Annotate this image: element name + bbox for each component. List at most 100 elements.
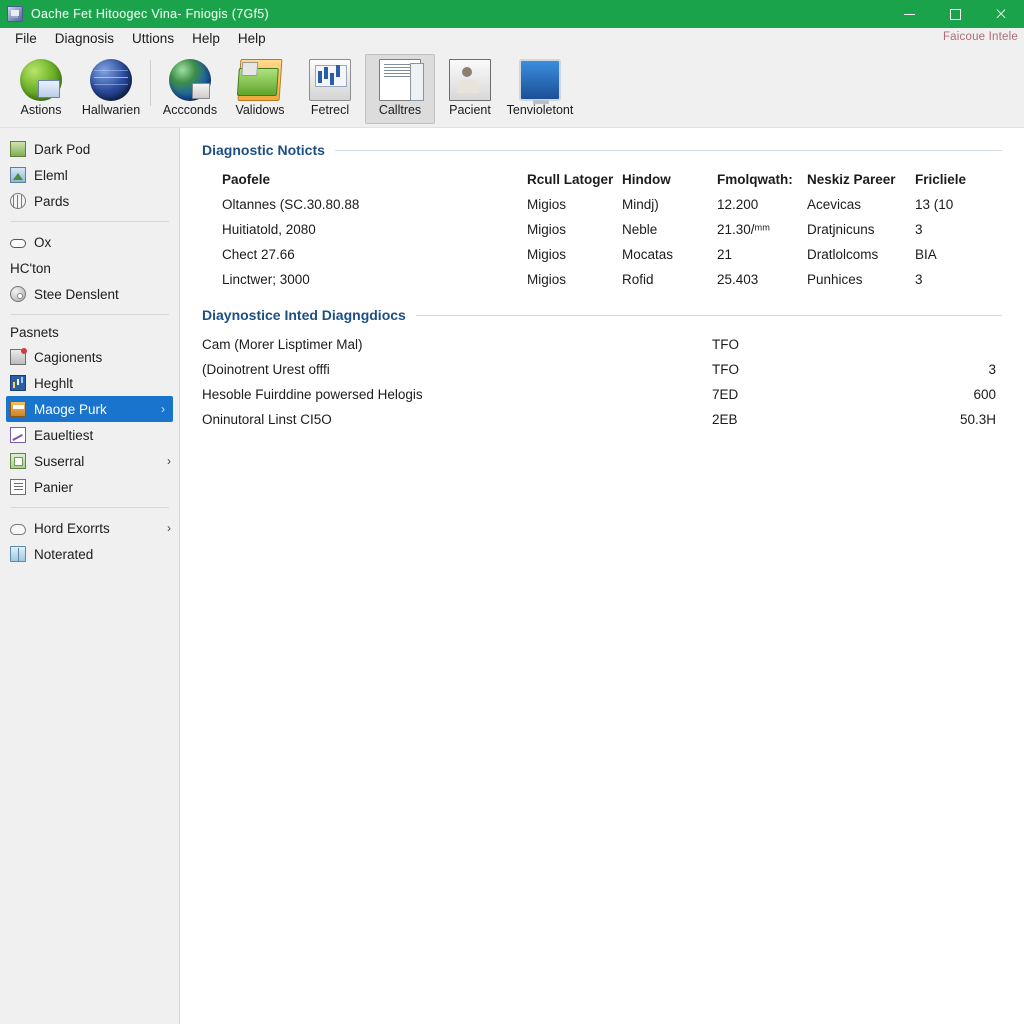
sidebar-item-dark-pod[interactable]: Dark Pod bbox=[0, 136, 179, 162]
column-header-rcull-latoger[interactable]: Rcull Latoger bbox=[527, 172, 622, 197]
menu-item-file[interactable]: File bbox=[6, 30, 46, 47]
list-item[interactable]: Oninutoral Linst CI5O 2EB 50.3H bbox=[202, 412, 1002, 437]
book-icon bbox=[10, 546, 26, 562]
list-item[interactable]: Hesoble Fuirddine powersed Helogis 7ED 6… bbox=[202, 387, 1002, 412]
sidebar-item-label: Suserral bbox=[34, 453, 85, 469]
folder-open-icon bbox=[237, 59, 283, 101]
toolbar-button-label: Accconds bbox=[162, 103, 218, 117]
table-row[interactable]: Chect 27.66 Migios Mocatas 21 Dratlolcom… bbox=[202, 247, 1002, 272]
table-row[interactable]: Huitiatold, 2080 Migios Neble 21.30/ᵐᵐ D… bbox=[202, 222, 1002, 247]
menu-item-uttions[interactable]: Uttions bbox=[123, 30, 183, 47]
globe-blue-icon bbox=[90, 59, 132, 101]
minimize-button[interactable] bbox=[886, 0, 932, 28]
column-header-hindow[interactable]: Hindow bbox=[622, 172, 717, 197]
cell-paofele: Linctwer; 3000 bbox=[222, 272, 310, 287]
sidebar-item-suserral[interactable]: Suserral › bbox=[0, 448, 179, 474]
document-pages-icon bbox=[379, 59, 424, 101]
sidebar-item-eleml[interactable]: Eleml bbox=[0, 162, 179, 188]
cell-value: 50.3H bbox=[959, 412, 996, 427]
display-icon bbox=[519, 59, 561, 104]
cell-code: TFO bbox=[712, 362, 739, 377]
tool-icon bbox=[10, 401, 26, 417]
section-header: Diagnostic Noticts bbox=[202, 142, 1002, 158]
sidebar-item-label: HC'ton bbox=[10, 260, 51, 276]
chevron-right-icon: › bbox=[161, 402, 165, 416]
monitor-chart-icon bbox=[309, 59, 351, 101]
toolbar-button-calltres[interactable]: Calltres bbox=[365, 54, 435, 124]
cell-paofele: Huitiatold, 2080 bbox=[222, 222, 316, 237]
sidebar-item-label: Maoge Purk bbox=[34, 401, 107, 417]
table-row[interactable]: Linctwer; 3000 Migios Rofid 25.403 Punhi… bbox=[202, 272, 1002, 297]
sidebar-item-maoge-purk[interactable]: Maoge Purk › bbox=[6, 396, 173, 422]
network-icon bbox=[10, 193, 26, 209]
toolbar-button-tenvioletont[interactable]: Tenvioletont bbox=[505, 54, 575, 124]
graph-icon bbox=[10, 427, 26, 443]
sidebar-group-title-pasnets: Pasnets bbox=[10, 325, 59, 340]
globe-green-icon bbox=[20, 59, 62, 101]
cell-fricliele: BIA bbox=[915, 247, 937, 262]
sidebar-item-heghlt[interactable]: Heghlt bbox=[0, 370, 179, 396]
sidebar-separator bbox=[10, 221, 169, 222]
chevron-right-icon: › bbox=[167, 521, 171, 535]
sidebar-item-label: Pards bbox=[34, 193, 70, 209]
column-header-paofele[interactable]: Paofele bbox=[202, 172, 527, 197]
picture-icon bbox=[10, 167, 26, 183]
sidebar-text-hcton: HC'ton bbox=[0, 255, 179, 281]
minimize-icon bbox=[903, 13, 915, 15]
menu-item-help-2[interactable]: Help bbox=[229, 30, 275, 47]
toolbar: Astions Hallwarien Accconds Validows Fet… bbox=[0, 50, 1024, 128]
sidebar-item-panier[interactable]: Panier bbox=[0, 474, 179, 500]
sidebar-item-label: Hord Exorrts bbox=[34, 520, 110, 536]
section-title: Diaynostice Inted Diagngdiocs bbox=[202, 307, 406, 323]
sidebar-item-cagionents[interactable]: Cagionents bbox=[0, 344, 179, 370]
toolbar-button-label: Calltres bbox=[378, 103, 422, 117]
column-header-neskiz-pareer[interactable]: Neskiz Pareer bbox=[807, 172, 915, 197]
window-controls: × bbox=[886, 0, 1024, 28]
list-item[interactable]: Cam (Morer Lisptimer Mal) TFO bbox=[202, 337, 1002, 362]
chevron-right-icon: › bbox=[167, 454, 171, 468]
toolbar-separator bbox=[150, 60, 151, 106]
cell-neskiz-pareer: Punhices bbox=[807, 272, 863, 287]
sidebar-item-noterated[interactable]: Noterated bbox=[0, 541, 179, 567]
cell-fricliele: 13 (10 bbox=[915, 197, 954, 212]
sidebar-item-eaueltiest[interactable]: Eaueltiest bbox=[0, 422, 179, 448]
toolbar-button-fetrecl[interactable]: Fetrecl bbox=[295, 54, 365, 124]
column-header-fmolqwath[interactable]: Fmolqwath: bbox=[717, 172, 807, 197]
toolbar-button-label: Tenvioletont bbox=[506, 103, 574, 117]
cell-fmolqwath: 12.200 bbox=[717, 197, 759, 212]
section-listed-diagnostics: Diaynostice Inted Diagngdiocs Cam (Morer… bbox=[202, 307, 1002, 437]
sidebar-item-label: Dark Pod bbox=[34, 141, 91, 157]
menu-item-help[interactable]: Help bbox=[183, 30, 229, 47]
toolbar-button-accconds[interactable]: Accconds bbox=[155, 54, 225, 124]
sidebar-item-hord-exorrts[interactable]: Hord Exorrts › bbox=[0, 515, 179, 541]
sidebar-item-label: Heghlt bbox=[34, 375, 74, 391]
toolbar-button-validows[interactable]: Validows bbox=[225, 54, 295, 124]
section-diagnostic-notices: Diagnostic Noticts Paofele Rcull Latoger… bbox=[202, 142, 1002, 297]
menu-item-diagnosis[interactable]: Diagnosis bbox=[46, 30, 123, 47]
close-button[interactable]: × bbox=[978, 0, 1024, 28]
cell-hindow: Mocatas bbox=[622, 247, 674, 262]
sidebar-item-label: Ox bbox=[34, 234, 52, 250]
sidebar-item-pards[interactable]: Pards bbox=[0, 188, 179, 214]
sidebar-item-label: Eaueltiest bbox=[34, 427, 94, 443]
maximize-icon bbox=[949, 8, 961, 20]
toolbar-button-label: Validows bbox=[235, 103, 285, 117]
listed-diagnostics-table: Cam (Morer Lisptimer Mal) TFO (Doinotren… bbox=[202, 337, 1002, 437]
maximize-button[interactable] bbox=[932, 0, 978, 28]
cell-name: Oninutoral Linst CI5O bbox=[202, 412, 332, 427]
sidebar-item-stee-denslent[interactable]: Stee Denslent bbox=[0, 281, 179, 307]
cell-hindow: Mindj) bbox=[622, 197, 659, 212]
toolbar-button-astions[interactable]: Astions bbox=[6, 54, 76, 124]
column-header-fricliele[interactable]: Fricliele bbox=[915, 172, 1002, 197]
cell-rcull-latoger: Migios bbox=[527, 197, 567, 212]
table-row[interactable]: Oltannes (SC.30.80.88 Migios Mindj) 12.2… bbox=[202, 197, 1002, 222]
cell-fmolqwath: 25.403 bbox=[717, 272, 759, 287]
cloud-icon bbox=[10, 523, 26, 535]
toolbar-button-hallwarien[interactable]: Hallwarien bbox=[76, 54, 146, 124]
app-icon bbox=[7, 6, 23, 22]
toolbar-button-pacient[interactable]: Pacient bbox=[435, 54, 505, 124]
sidebar: Dark Pod Eleml Pards Ox HC'ton Stee Dens… bbox=[0, 128, 180, 1024]
list-item[interactable]: (Doinotrent Urest offfi TFO 3 bbox=[202, 362, 1002, 387]
application-window: Oache Fet Hitoogec Vina- Fniogis (7Gf5) … bbox=[0, 0, 1024, 1024]
sidebar-item-ox[interactable]: Ox bbox=[0, 229, 179, 255]
